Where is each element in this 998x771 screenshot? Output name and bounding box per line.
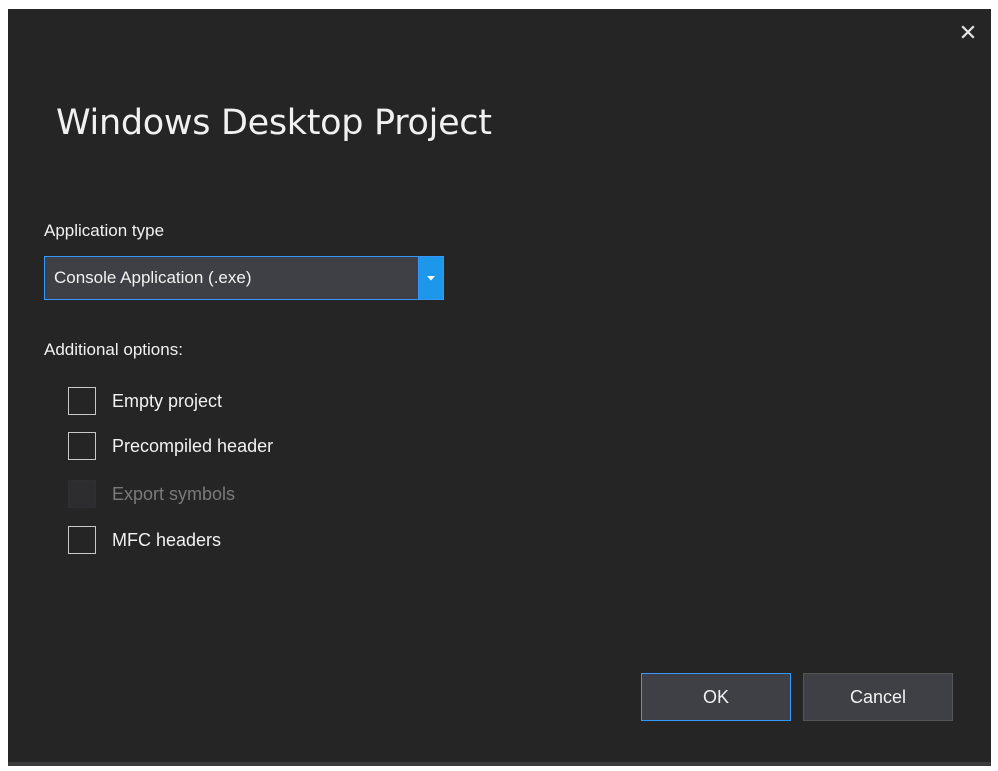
export-symbols-checkbox xyxy=(68,480,96,508)
close-icon xyxy=(961,25,975,39)
dialog-title: Windows Desktop Project xyxy=(56,103,492,143)
close-button[interactable] xyxy=(957,21,979,43)
ok-button[interactable]: OK xyxy=(641,673,791,721)
application-type-combobox[interactable]: Console Application (.exe) xyxy=(44,256,444,300)
export-symbols-label: Export symbols xyxy=(112,483,236,504)
dialog-bottom-border xyxy=(8,762,991,766)
empty-project-checkbox[interactable] xyxy=(68,387,96,415)
cancel-button[interactable]: Cancel xyxy=(803,673,953,721)
additional-options-label: Additional options: xyxy=(44,340,183,359)
chevron-down-icon xyxy=(427,275,435,280)
application-type-value: Console Application (.exe) xyxy=(54,268,252,287)
mfc-headers-label: MFC headers xyxy=(112,529,222,550)
precompiled-header-option[interactable]: Precompiled header xyxy=(68,431,273,461)
empty-project-option[interactable]: Empty project xyxy=(68,386,222,416)
empty-project-label: Empty project xyxy=(112,390,223,411)
application-type-label: Application type xyxy=(44,221,165,240)
mfc-headers-option[interactable]: MFC headers xyxy=(68,525,221,555)
combobox-dropdown-button[interactable] xyxy=(418,257,443,299)
precompiled-header-label: Precompiled header xyxy=(112,435,274,456)
export-symbols-option: Export symbols xyxy=(68,479,235,509)
precompiled-header-checkbox[interactable] xyxy=(68,432,96,460)
mfc-headers-checkbox[interactable] xyxy=(68,526,96,554)
